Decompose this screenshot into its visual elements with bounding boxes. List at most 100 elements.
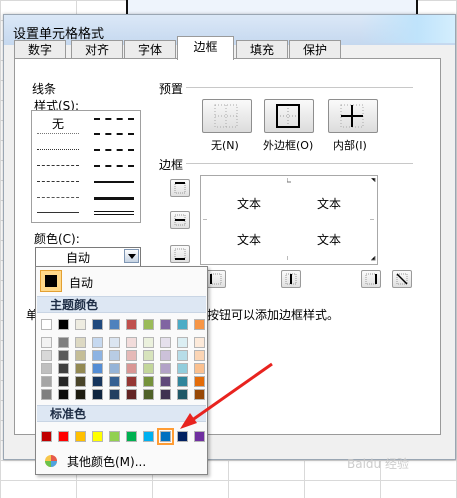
theme-shade-swatch[interactable] <box>143 350 154 361</box>
theme-shade-swatch[interactable] <box>41 376 52 387</box>
line-style-thick[interactable] <box>94 197 134 200</box>
standard-color-swatch[interactable] <box>126 431 137 442</box>
theme-shade-swatch[interactable] <box>109 376 120 387</box>
theme-shade-swatch[interactable] <box>177 350 188 361</box>
theme-shade-swatch[interactable] <box>75 376 86 387</box>
standard-color-swatch[interactable] <box>109 431 120 442</box>
theme-shade-swatch[interactable] <box>41 350 52 361</box>
theme-shade-swatch[interactable] <box>92 350 103 361</box>
theme-shade-swatch[interactable] <box>177 337 188 348</box>
preset-none-button[interactable] <box>202 99 252 133</box>
standard-color-swatch[interactable] <box>41 431 52 442</box>
border-right-button[interactable] <box>361 270 381 288</box>
border-bottom-button[interactable] <box>170 245 190 263</box>
tab-fill[interactable]: 填充 <box>236 40 288 59</box>
theme-shade-swatch[interactable] <box>75 337 86 348</box>
standard-color-swatch[interactable] <box>143 431 154 442</box>
theme-shade-swatch[interactable] <box>75 363 86 374</box>
theme-color-swatch[interactable] <box>92 319 103 330</box>
theme-shade-swatch[interactable] <box>92 363 103 374</box>
line-style-thin[interactable] <box>37 212 79 213</box>
theme-shade-swatch[interactable] <box>143 376 154 387</box>
theme-shade-swatch[interactable] <box>194 337 205 348</box>
line-style-none[interactable]: 无 <box>52 115 64 132</box>
standard-color-swatch[interactable] <box>194 431 205 442</box>
theme-shade-swatch[interactable] <box>177 389 188 400</box>
border-middle-v-button[interactable] <box>281 270 301 288</box>
theme-shade-swatch[interactable] <box>126 363 137 374</box>
theme-shade-swatch[interactable] <box>160 363 171 374</box>
theme-shade-swatch[interactable] <box>126 376 137 387</box>
line-style-double[interactable] <box>94 211 134 215</box>
theme-shade-swatch[interactable] <box>92 389 103 400</box>
theme-shade-swatch[interactable] <box>143 363 154 374</box>
theme-shade-swatch[interactable] <box>143 389 154 400</box>
line-style-medium-dash-dot[interactable] <box>94 149 134 151</box>
border-top-button[interactable] <box>170 179 190 197</box>
color-select[interactable]: 自动 <box>35 247 141 267</box>
theme-shade-swatch[interactable] <box>109 350 120 361</box>
theme-shade-swatch[interactable] <box>177 363 188 374</box>
line-style-medium[interactable] <box>94 181 134 183</box>
tab-border[interactable]: 边框 <box>177 36 234 60</box>
theme-shade-swatch[interactable] <box>41 337 52 348</box>
tab-font[interactable]: 字体 <box>124 40 176 59</box>
standard-color-swatch[interactable] <box>157 428 174 445</box>
line-style-slanted-dash-dot[interactable] <box>94 133 134 135</box>
theme-color-swatch[interactable] <box>58 319 69 330</box>
theme-shade-swatch[interactable] <box>143 337 154 348</box>
line-style-dash-dot[interactable] <box>37 181 79 182</box>
preset-inside-button[interactable] <box>328 99 378 133</box>
theme-shade-swatch[interactable] <box>194 350 205 361</box>
border-preview[interactable]: 文本 文本 文本 文本 <box>200 175 378 265</box>
theme-shade-swatch[interactable] <box>194 389 205 400</box>
theme-shade-swatch[interactable] <box>194 376 205 387</box>
theme-color-swatch[interactable] <box>177 319 188 330</box>
theme-shade-swatch[interactable] <box>92 376 103 387</box>
theme-shade-swatch[interactable] <box>160 376 171 387</box>
standard-color-swatch[interactable] <box>58 431 69 442</box>
theme-shade-swatch[interactable] <box>109 363 120 374</box>
tab-alignment[interactable]: 对齐 <box>71 40 123 59</box>
standard-color-swatch[interactable] <box>75 431 86 442</box>
line-style-medium-dash-dot-dot[interactable] <box>94 118 134 120</box>
standard-color-swatch[interactable] <box>92 431 103 442</box>
theme-shade-swatch[interactable] <box>41 389 52 400</box>
theme-color-swatch[interactable] <box>143 319 154 330</box>
theme-shade-swatch[interactable] <box>109 389 120 400</box>
line-style-dash-dot-dot[interactable] <box>37 165 79 166</box>
theme-shade-swatch[interactable] <box>75 389 86 400</box>
border-diagonal-down-button[interactable] <box>392 270 412 288</box>
theme-color-swatch[interactable] <box>41 319 52 330</box>
theme-shade-swatch[interactable] <box>160 350 171 361</box>
theme-shade-swatch[interactable] <box>160 337 171 348</box>
line-style-medium-dashed[interactable] <box>94 165 134 167</box>
theme-color-swatch[interactable] <box>109 319 120 330</box>
line-style-dotted[interactable] <box>37 149 79 150</box>
theme-color-swatch[interactable] <box>126 319 137 330</box>
theme-color-swatch[interactable] <box>194 319 205 330</box>
automatic-color-swatch[interactable] <box>40 270 62 292</box>
tab-number[interactable]: 数字 <box>14 40 66 59</box>
theme-shade-swatch[interactable] <box>58 337 69 348</box>
theme-shade-swatch[interactable] <box>126 350 137 361</box>
border-left-button[interactable] <box>206 270 226 288</box>
line-style-hairline[interactable] <box>37 133 79 134</box>
standard-color-swatch[interactable] <box>177 431 188 442</box>
theme-shade-swatch[interactable] <box>41 363 52 374</box>
line-style-dashed[interactable] <box>37 197 79 198</box>
theme-shade-swatch[interactable] <box>92 337 103 348</box>
theme-shade-swatch[interactable] <box>58 350 69 361</box>
theme-color-swatch[interactable] <box>75 319 86 330</box>
chevron-down-icon[interactable] <box>124 249 139 263</box>
automatic-color-option[interactable]: 自动 <box>69 274 93 291</box>
theme-shade-swatch[interactable] <box>194 363 205 374</box>
preset-outline-button[interactable] <box>264 99 314 133</box>
theme-shade-swatch[interactable] <box>58 389 69 400</box>
theme-color-swatch[interactable] <box>160 319 171 330</box>
theme-shade-swatch[interactable] <box>126 337 137 348</box>
theme-shade-swatch[interactable] <box>160 389 171 400</box>
tab-protection[interactable]: 保护 <box>289 40 341 59</box>
border-middle-h-button[interactable] <box>170 211 190 229</box>
theme-shade-swatch[interactable] <box>177 376 188 387</box>
